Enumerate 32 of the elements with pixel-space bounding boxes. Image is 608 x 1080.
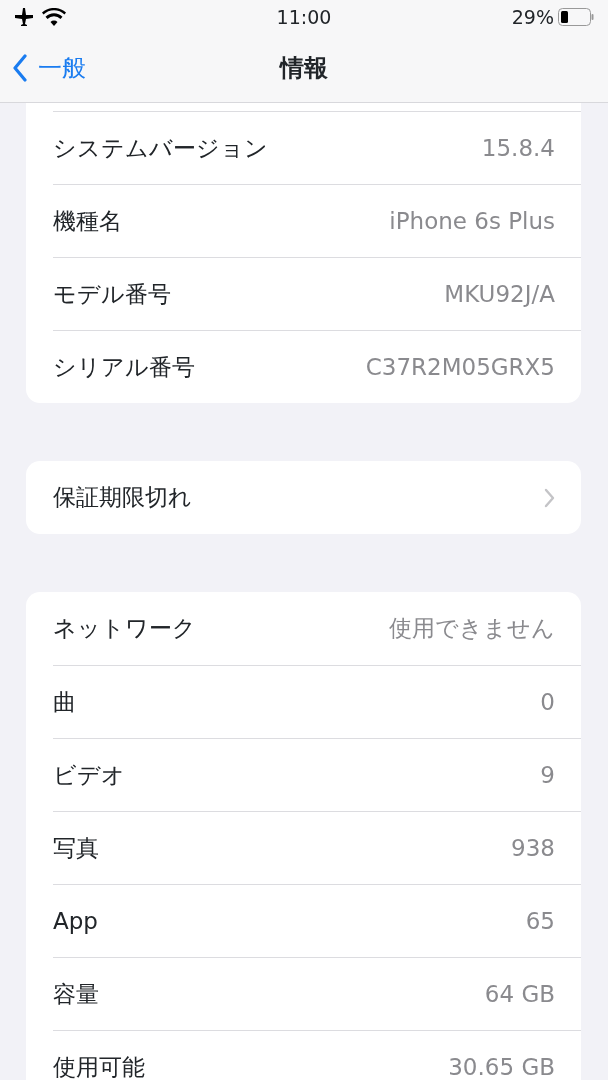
row-value: C37R2M05GRX5 bbox=[365, 352, 555, 382]
row-label: 曲 bbox=[53, 687, 76, 717]
clock-text: 11:00 bbox=[276, 4, 332, 30]
row-value: 30.65 GB bbox=[448, 1052, 555, 1080]
row-label: 使用可能 bbox=[53, 1052, 145, 1080]
row-value: MKU92J/A bbox=[444, 279, 555, 309]
row-label: ビデオ bbox=[53, 760, 125, 790]
page-title: 情報 bbox=[280, 53, 328, 84]
airplane-icon bbox=[14, 8, 34, 26]
row-value: 9 bbox=[540, 760, 555, 790]
back-button[interactable]: 一般 bbox=[12, 50, 86, 86]
battery-percent: 29% bbox=[511, 4, 554, 30]
row-label: シリアル番号 bbox=[53, 352, 195, 382]
back-chevron-icon bbox=[12, 54, 28, 82]
row-value: 使用できません bbox=[389, 614, 555, 644]
row-value: 938 bbox=[511, 833, 555, 863]
row-value: 64 GB bbox=[484, 979, 555, 1009]
row-label: システムバージョン bbox=[53, 133, 268, 163]
chevron-icon bbox=[544, 487, 555, 508]
row-label: ネットワーク bbox=[53, 614, 196, 644]
row-label: 写真 bbox=[53, 833, 99, 863]
row-label: 機種名 bbox=[53, 206, 122, 236]
battery-icon bbox=[558, 8, 594, 26]
settings-row[interactable]: 保証期限切れ bbox=[26, 461, 581, 534]
row-value: 15.8.4 bbox=[481, 133, 555, 163]
wifi-icon bbox=[42, 8, 66, 26]
row-label: App bbox=[53, 906, 98, 936]
row-label: モデル番号 bbox=[53, 279, 171, 309]
row-label: 容量 bbox=[53, 979, 99, 1009]
row-value: iPhone 6s Plus bbox=[389, 206, 555, 236]
row-value: 65 bbox=[525, 906, 555, 936]
row-value: 0 bbox=[540, 687, 555, 717]
